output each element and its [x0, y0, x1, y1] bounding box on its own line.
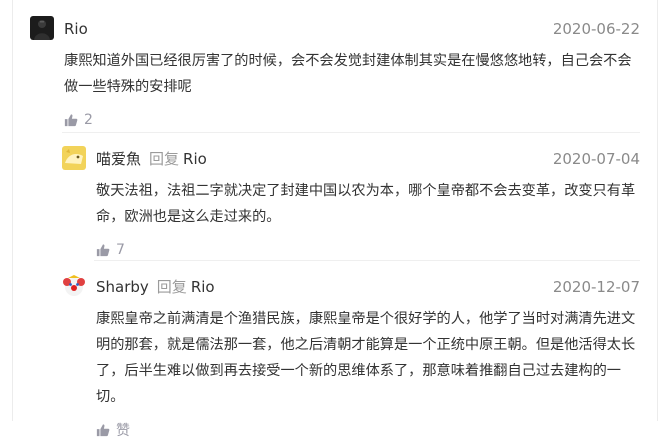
comment: Rio 2020-06-22 康熙知道外国已经很厉害了的时候，会不会发觉封建体制…	[30, 14, 640, 132]
comment-date: 2020-12-07	[552, 278, 640, 296]
comment-author[interactable]: Rio	[64, 20, 88, 38]
like-count: 2	[84, 112, 93, 128]
like-button[interactable]: 2	[64, 108, 670, 132]
reply-target[interactable]: Rio	[191, 278, 215, 296]
thumbs-up-icon	[96, 244, 110, 257]
reply-target[interactable]: Rio	[183, 150, 207, 168]
like-button[interactable]: 赞	[96, 418, 670, 442]
reply-comment: 喵爱魚 回复 Rio 2020-07-04 敬天法祖，法祖二字就决定了封建中国以农为…	[62, 144, 640, 262]
like-button[interactable]: 7	[96, 238, 670, 262]
comment-text: 敬天法祖，法祖二字就决定了封建中国以农为本，哪个皇帝都不会去变革，改变只有革命，…	[96, 183, 636, 225]
comment-text: 康熙知道外国已经很厉害了的时候，会不会发觉封建体制其实是在慢悠悠地转，自己会不会…	[64, 53, 632, 95]
comment-text: 康熙皇帝之前满清是个渔猎民族，康熙皇帝是个很好学的人，他学了当时对满清先进文明的…	[96, 311, 636, 405]
comment-date: 2020-06-22	[552, 20, 640, 38]
like-label: 赞	[116, 423, 130, 439]
divider	[94, 260, 640, 261]
clown-avatar[interactable]	[62, 274, 86, 298]
comment-author[interactable]: Sharby	[96, 278, 149, 296]
dark-figure-avatar[interactable]	[30, 16, 54, 40]
reply-label: 回复	[149, 150, 180, 168]
divider	[62, 132, 640, 133]
reply-comment: Sharby 回复 Rio 2020-12-07 康熙皇帝之前满清是个渔猎民族，康熙…	[62, 272, 640, 442]
thumbs-up-icon	[96, 424, 110, 437]
comment-author[interactable]: 喵爱魚	[96, 150, 141, 168]
thumbs-up-icon	[64, 114, 78, 127]
reply-label: 回复	[156, 278, 187, 296]
comment-date: 2020-07-04	[552, 150, 640, 168]
like-count: 7	[116, 242, 125, 258]
yellow-cat-avatar[interactable]	[62, 146, 86, 170]
